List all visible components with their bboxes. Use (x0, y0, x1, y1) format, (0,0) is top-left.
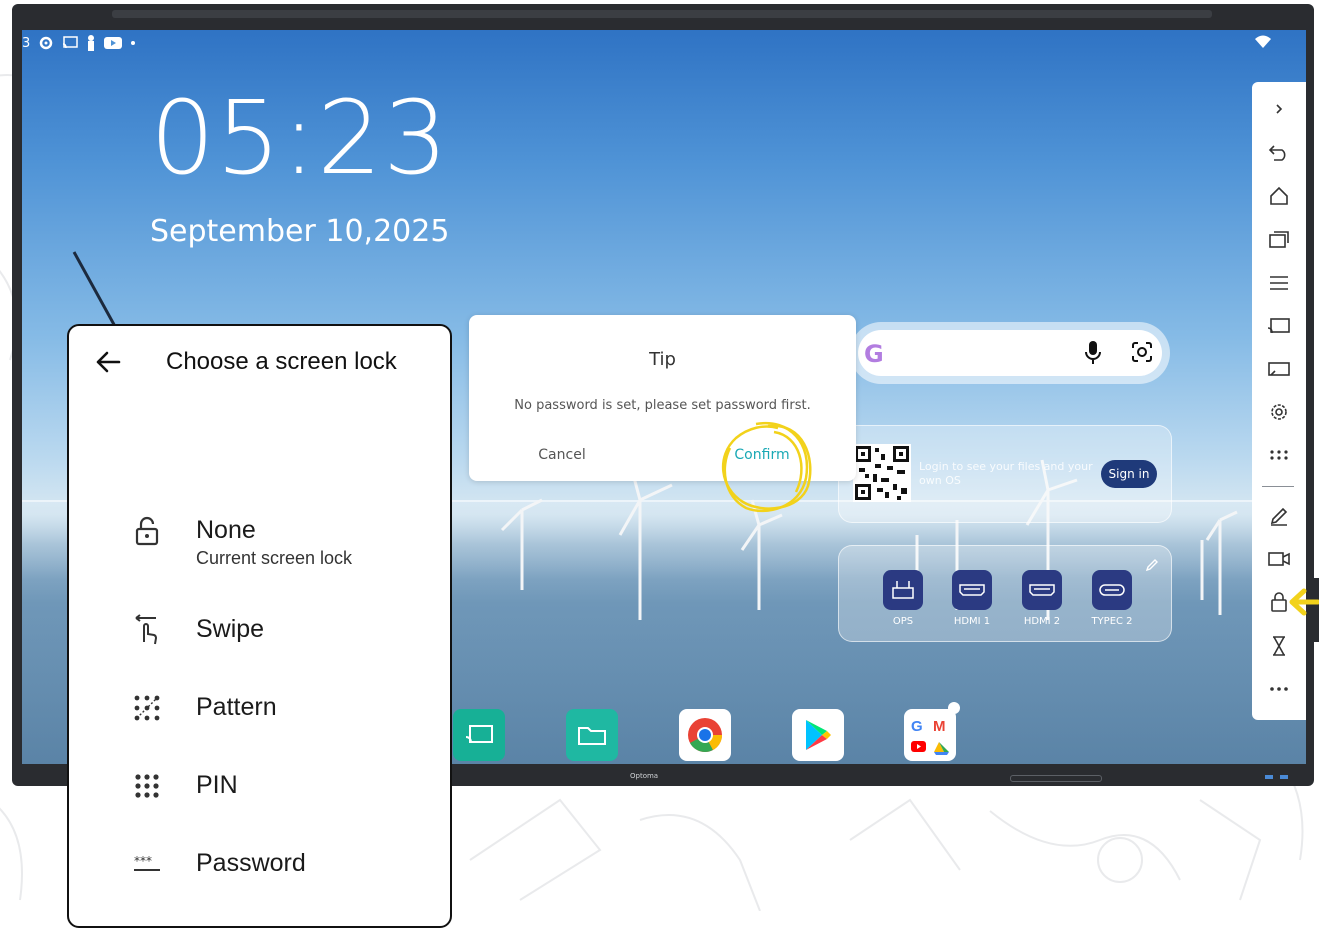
hdmi-icon (952, 570, 992, 610)
edit-icon[interactable] (1145, 558, 1159, 572)
status-bar: 3 (22, 34, 136, 52)
source-label: HDMI 1 (953, 616, 991, 627)
bezel-port (1265, 775, 1273, 779)
pattern-icon (129, 690, 165, 726)
lock-option-password[interactable]: *** Password (129, 846, 429, 886)
source-hdmi2[interactable]: HDMI 2 (1012, 570, 1072, 627)
source-typec2[interactable]: TYPEC 2 (1082, 570, 1142, 627)
login-prompt: Login to see your files and your own OS (919, 460, 1093, 487)
lockscreen-time: 05:23 (150, 79, 449, 198)
folder-icon (578, 727, 606, 745)
ops-icon (883, 570, 923, 610)
play-store-icon (806, 720, 831, 750)
cast-app-icon (465, 725, 493, 744)
dialog-message: No password is set, please set password … (514, 398, 811, 413)
mic-icon[interactable] (1084, 340, 1102, 366)
option-label: PIN (196, 771, 238, 799)
more-icon[interactable] (1266, 676, 1292, 702)
hourglass-icon[interactable] (1266, 633, 1292, 659)
source-label: HDMI 2 (1023, 616, 1061, 627)
dock-app-cast[interactable] (453, 709, 505, 761)
hdmi-icon (1022, 570, 1062, 610)
menu-icon[interactable] (1266, 270, 1292, 296)
search-bar[interactable]: G (858, 330, 1162, 376)
highlight-circle-annotation (721, 421, 812, 513)
option-label: Swipe (196, 615, 265, 643)
option-label: None (196, 516, 256, 544)
chevron-right-icon[interactable] (1266, 96, 1292, 122)
dialog-title: Tip (649, 349, 676, 370)
lock-option-pin[interactable]: PIN (129, 768, 429, 808)
option-label: Password (196, 849, 306, 877)
status-text: 3 (22, 35, 31, 51)
lock-option-swipe[interactable]: Swipe (129, 612, 429, 652)
dock-app-files[interactable] (566, 709, 618, 761)
svg-text:G: G (911, 718, 923, 735)
home-icon[interactable] (1266, 183, 1292, 209)
toolbar-divider (1262, 486, 1294, 487)
option-label: Pattern (196, 693, 277, 721)
bezel-brand: Optoma (630, 772, 659, 780)
recent-apps-icon[interactable] (1266, 226, 1292, 252)
gear-icon (38, 35, 54, 51)
cast-icon (62, 36, 79, 50)
search-widget[interactable]: G (850, 322, 1170, 384)
settings-icon[interactable] (1266, 399, 1292, 425)
video-record-icon[interactable] (1266, 546, 1292, 572)
sign-in-button[interactable]: Sign in (1101, 460, 1157, 488)
source-hdmi1[interactable]: HDMI 1 (942, 570, 1002, 627)
lock-option-none[interactable]: None Current screen lock (129, 513, 429, 568)
swipe-icon (129, 612, 165, 648)
source-label: TYPEC 2 (1091, 616, 1133, 627)
google-apps-folder-icon: G M (911, 718, 949, 755)
usb-c-icon (1092, 570, 1132, 610)
cancel-button[interactable]: Cancel (509, 447, 615, 463)
bezel-slot (1010, 775, 1102, 782)
bezel-ridge (112, 10, 1212, 18)
input-source-widget: OPS HDMI 1 HDMI 2 TYPEC 2 (838, 545, 1172, 642)
password-icon: *** (129, 846, 165, 882)
dock-app-google-folder[interactable]: G M (904, 709, 956, 761)
pointer-arrow-icon (1289, 588, 1319, 616)
screen-lock-panel: Choose a screen lock None Current screen… (67, 324, 452, 928)
screen-mirror-icon[interactable] (1266, 356, 1292, 382)
option-subtitle: Current screen lock (196, 548, 353, 568)
wifi-icon (1255, 34, 1271, 53)
apps-grid-icon[interactable] (1266, 442, 1292, 468)
notification-dot (948, 702, 960, 714)
svg-text:***: *** (134, 856, 152, 868)
dock-app-chrome[interactable] (679, 709, 731, 761)
login-widget: Login to see your files and your own OS … (838, 425, 1172, 523)
back-arrow-icon[interactable] (95, 350, 121, 374)
lock-option-pattern[interactable]: Pattern (129, 690, 429, 730)
chrome-icon (688, 718, 722, 752)
person-icon (86, 35, 96, 51)
side-toolbar (1252, 82, 1306, 720)
pen-icon[interactable] (1266, 503, 1292, 529)
dock-app-play-store[interactable] (792, 709, 844, 761)
open-lock-icon (129, 513, 165, 549)
lockscreen-date: September 10,2025 (150, 214, 450, 249)
google-lens-icon[interactable] (1130, 340, 1154, 364)
youtube-icon (104, 36, 123, 50)
pin-icon (129, 768, 165, 804)
google-logo: G (864, 340, 884, 368)
svg-text:M: M (933, 718, 946, 735)
qr-code (853, 444, 911, 502)
dot-icon (130, 40, 136, 46)
source-ops[interactable]: OPS (873, 570, 933, 627)
panel-title: Choose a screen lock (166, 348, 397, 375)
bezel-port (1280, 775, 1288, 779)
source-label: OPS (892, 616, 914, 627)
back-icon[interactable] (1266, 140, 1292, 166)
screen-cast-icon[interactable] (1266, 313, 1292, 339)
